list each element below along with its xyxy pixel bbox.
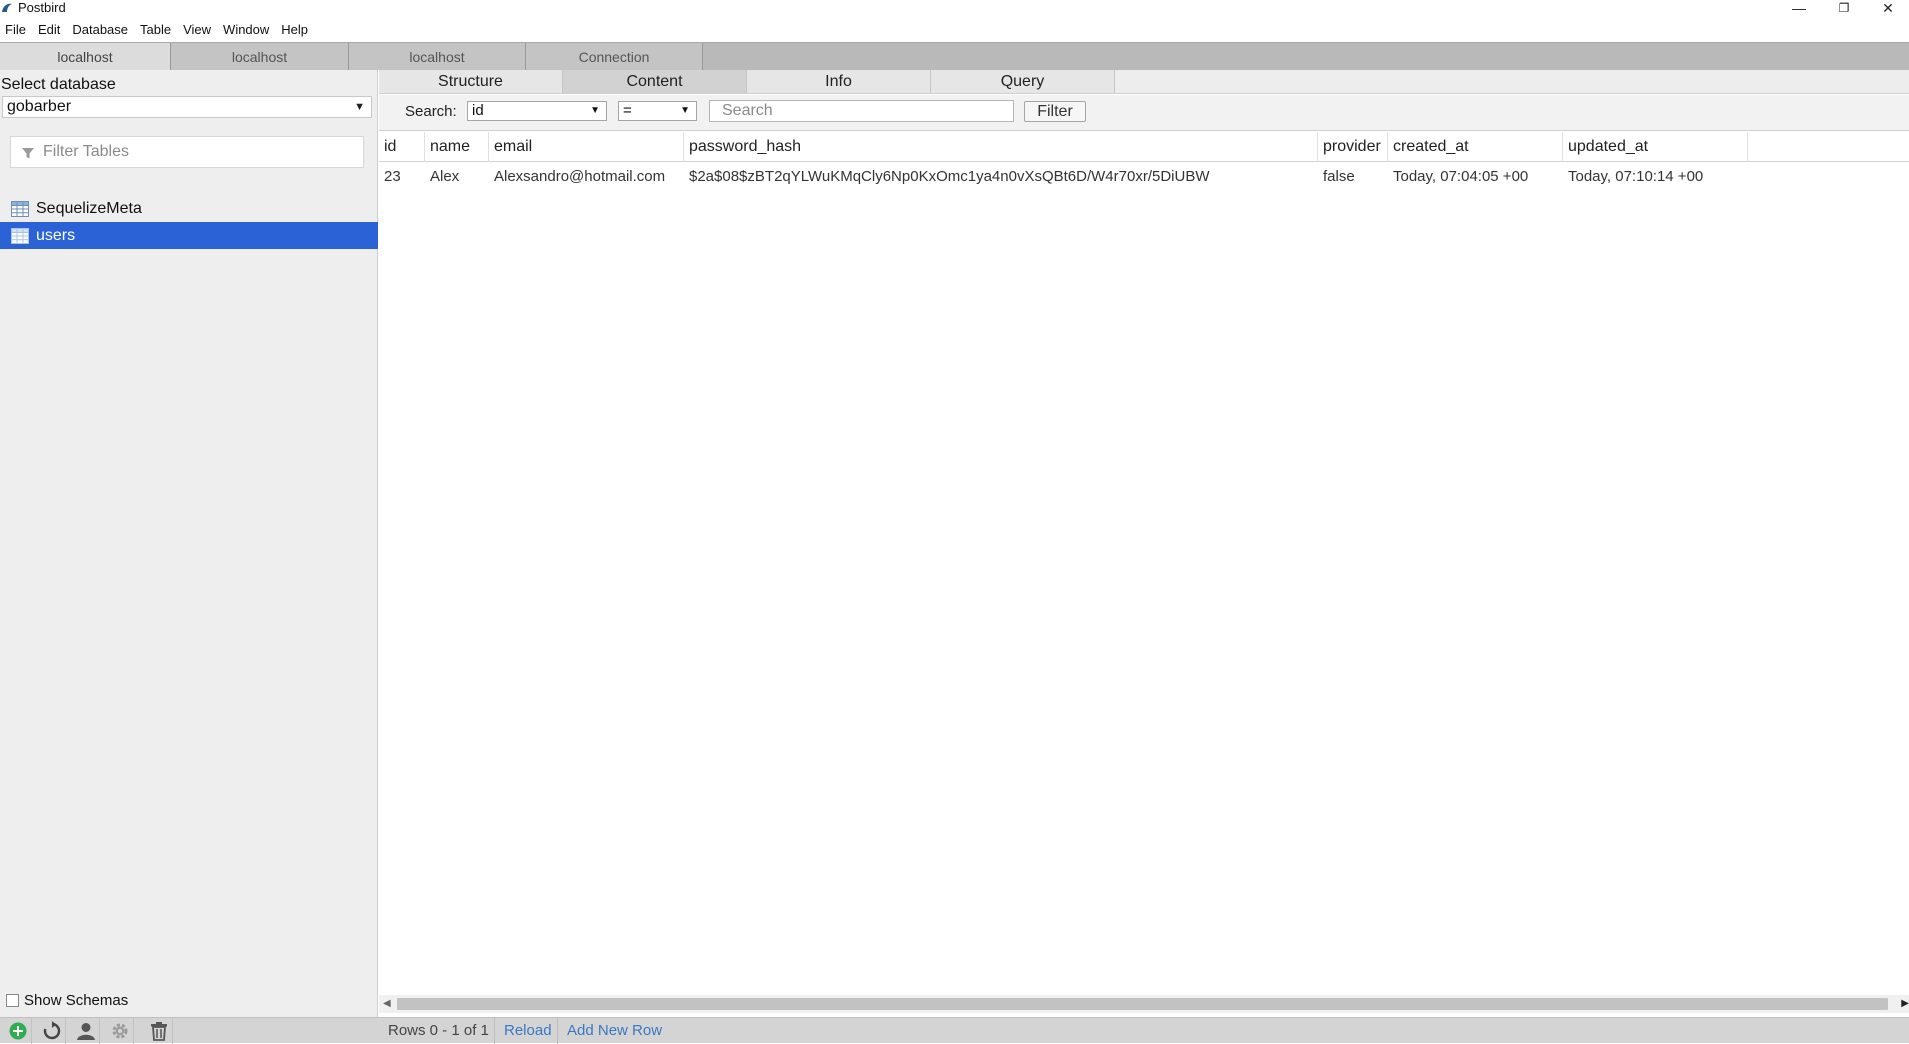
- menu-window[interactable]: Window: [218, 20, 276, 40]
- chevron-down-icon: ▼: [680, 105, 690, 116]
- add-new-row-link[interactable]: Add New Row: [557, 1018, 671, 1044]
- cell-name[interactable]: Alex: [425, 162, 489, 191]
- search-bar: Search: id ▼ = ▼ Filter: [379, 95, 1909, 131]
- scroll-right-icon[interactable]: ▶: [1901, 998, 1909, 1009]
- search-column-value: id: [472, 102, 484, 119]
- tab-query[interactable]: Query: [931, 70, 1115, 93]
- gear-icon: [112, 1023, 127, 1039]
- column-header-password-hash[interactable]: password_hash: [684, 132, 1318, 162]
- menu-file[interactable]: File: [0, 20, 33, 40]
- cell-password-hash[interactable]: $2a$08$zBT2qYLWuKMqCly6Np0KxOmc1ya4n0vXs…: [684, 162, 1318, 191]
- cell-updated-at[interactable]: Today, 07:10:14 +00: [1563, 162, 1748, 191]
- table-item-label: users: [36, 226, 76, 244]
- add-connection-button[interactable]: [4, 1018, 32, 1044]
- scroll-left-icon[interactable]: ◀: [383, 998, 391, 1009]
- trash-icon: [150, 1022, 167, 1041]
- menu-table[interactable]: Table: [135, 20, 178, 40]
- column-header-name[interactable]: name: [425, 132, 489, 162]
- search-input[interactable]: [709, 100, 1014, 122]
- table-item-sequelizemeta[interactable]: SequelizeMeta: [0, 195, 378, 222]
- select-database-label: Select database: [1, 76, 116, 93]
- database-select-value: gobarber: [7, 98, 72, 115]
- search-operator-select[interactable]: = ▼: [618, 101, 697, 121]
- filter-button[interactable]: Filter: [1024, 101, 1086, 122]
- restore-button[interactable]: ❐: [1822, 0, 1866, 16]
- horizontal-scrollbar[interactable]: ◀ ▶: [379, 995, 1909, 1013]
- chevron-down-icon: ▼: [590, 105, 600, 116]
- settings-button[interactable]: [106, 1018, 134, 1044]
- menu-help[interactable]: Help: [276, 20, 315, 40]
- cell-created-at[interactable]: Today, 07:04:05 +00: [1388, 162, 1563, 191]
- menu-view[interactable]: View: [178, 20, 218, 40]
- table-item-users[interactable]: users: [0, 222, 378, 249]
- column-header-updated-at[interactable]: updated_at: [1563, 132, 1748, 162]
- chevron-down-icon: ▼: [354, 101, 365, 113]
- connection-tabs: localhost localhost localhost Connection: [0, 42, 1909, 70]
- table-item-label: SequelizeMeta: [36, 199, 142, 217]
- title-bar: Postbird — ❐ ✕: [0, 0, 1909, 16]
- tab-info[interactable]: Info: [747, 70, 931, 93]
- rows-count: Rows 0 - 1 of 1: [388, 1022, 489, 1039]
- menu-database[interactable]: Database: [67, 20, 135, 40]
- menu-bar: File Edit Database Table View Window Hel…: [0, 20, 315, 40]
- column-header-created-at[interactable]: created_at: [1388, 132, 1563, 162]
- bottom-toolbar: Rows 0 - 1 of 1 Reload Add New Row: [0, 1017, 1909, 1044]
- filter-tables-input[interactable]: [43, 137, 361, 167]
- close-button[interactable]: ✕: [1866, 0, 1909, 16]
- show-schemas-label: Show Schemas: [24, 992, 129, 1009]
- column-header-provider[interactable]: provider: [1318, 132, 1388, 162]
- show-schemas-toggle[interactable]: Show Schemas: [6, 992, 128, 1009]
- user-icon: [76, 1023, 95, 1040]
- trash-button[interactable]: [145, 1018, 173, 1044]
- connection-tab-1[interactable]: localhost: [0, 43, 171, 70]
- table-icon: [11, 200, 29, 217]
- refresh-icon: [43, 1021, 60, 1040]
- tab-content[interactable]: Content: [563, 70, 747, 93]
- search-operator-value: =: [623, 102, 632, 119]
- window-title: Postbird: [18, 0, 66, 15]
- filter-icon: [22, 148, 34, 159]
- minimize-button[interactable]: —: [1777, 0, 1821, 16]
- search-column-select[interactable]: id ▼: [467, 101, 607, 121]
- data-grid: id name email password_hash provider cre…: [379, 132, 1909, 993]
- grid-header: id name email password_hash provider cre…: [379, 132, 1909, 162]
- content-tabs: Structure Content Info Query: [379, 70, 1909, 94]
- table-icon: [11, 227, 29, 244]
- column-header-email[interactable]: email: [489, 132, 684, 162]
- cell-provider[interactable]: false: [1318, 162, 1388, 191]
- cell-id[interactable]: 23: [379, 162, 425, 191]
- search-label: Search:: [405, 103, 457, 120]
- menu-edit[interactable]: Edit: [33, 20, 67, 40]
- tab-structure[interactable]: Structure: [379, 70, 563, 93]
- refresh-button[interactable]: [38, 1018, 66, 1044]
- plus-circle-icon: [9, 1022, 26, 1040]
- filter-tables-box: [10, 136, 364, 168]
- reload-link[interactable]: Reload: [494, 1018, 561, 1044]
- scrollbar-thumb[interactable]: [397, 998, 1888, 1010]
- cell-email[interactable]: Alexsandro@hotmail.com: [489, 162, 684, 191]
- show-schemas-checkbox[interactable]: [6, 994, 19, 1007]
- database-select[interactable]: gobarber ▼: [2, 96, 372, 118]
- postbird-logo-icon: [2, 3, 12, 12]
- users-button[interactable]: [72, 1018, 100, 1044]
- connection-tab-new[interactable]: Connection: [526, 43, 703, 70]
- sidebar: Select database gobarber ▼ SequelizeMeta: [0, 70, 378, 1017]
- column-header-id[interactable]: id: [379, 132, 425, 162]
- connection-tab-3[interactable]: localhost: [349, 43, 526, 70]
- connection-tab-2[interactable]: localhost: [171, 43, 349, 70]
